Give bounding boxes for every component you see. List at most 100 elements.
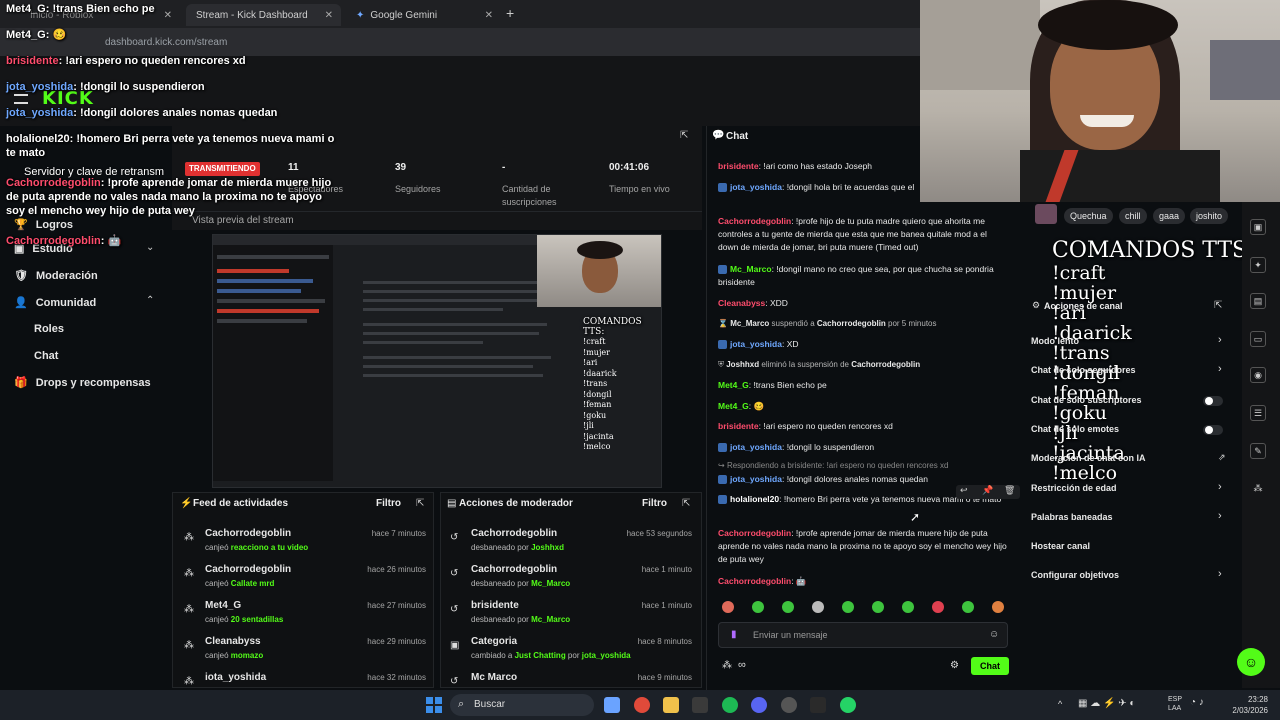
feed-username[interactable]: Met4_G	[205, 600, 241, 611]
sidebar-item-comunidad[interactable]: 👤 Comunidad	[14, 296, 96, 310]
kick-assistant-button[interactable]: ☺	[1237, 648, 1265, 676]
mic-icon[interactable]: ▮	[731, 629, 737, 640]
chevron-up-icon[interactable]: ⌃	[146, 295, 154, 306]
emoji-icon[interactable]: ☺	[989, 629, 999, 640]
users-icon[interactable]: ⁂	[722, 660, 732, 671]
folder-icon[interactable]	[663, 697, 679, 713]
popout-icon[interactable]: ⇱	[416, 498, 424, 509]
channel-action-chat-de-solo-suscriptores[interactable]: Chat de solo suscriptores	[1031, 395, 1142, 405]
gear-icon[interactable]: ⚙	[950, 660, 959, 671]
chevron-right-icon[interactable]: ›	[1218, 481, 1222, 493]
mod-actor: Just Chatting	[514, 651, 566, 660]
windows-start-icon[interactable]	[426, 697, 442, 713]
feed-username[interactable]: Cachorrodegoblin	[205, 528, 291, 539]
emote-icon[interactable]	[782, 601, 794, 613]
chevron-right-icon[interactable]: ›	[1218, 363, 1222, 375]
pin-icon[interactable]: 📌	[982, 485, 993, 496]
channel-action-chat-de-solo-emotes[interactable]: Chat de solo emotes	[1031, 424, 1119, 434]
capcut-icon[interactable]	[810, 697, 826, 713]
tag-chip[interactable]: joshito	[1190, 208, 1229, 224]
copilot-icon[interactable]	[604, 697, 620, 713]
chevron-right-icon[interactable]: ›	[1218, 334, 1222, 346]
channel-action-hostear-canal[interactable]: Hostear canal	[1031, 541, 1090, 551]
stream-preview[interactable]: COMANDOS TTS: !craft !mujer !ari !daarick !t…	[212, 234, 662, 488]
mod-target[interactable]: Cachorrodegoblin	[471, 528, 557, 539]
taskbar-search[interactable]: ⌕ Buscar	[450, 694, 594, 716]
toggle-switch[interactable]	[1203, 424, 1223, 435]
chat-input[interactable]: ▮ Enviar un mensaje ☺	[718, 622, 1008, 648]
emote-icon[interactable]	[842, 601, 854, 613]
sidebar-item-moderacion[interactable]: 🛡 Moderación	[14, 269, 98, 283]
language-indicator[interactable]: ESP LAA	[1168, 695, 1182, 713]
chat-text: : 🥴	[748, 401, 765, 411]
emote-icon[interactable]	[932, 601, 944, 613]
emote-icon[interactable]	[722, 601, 734, 613]
chat-username: brisidente	[718, 161, 759, 171]
wrench-icon[interactable]: ✎	[1250, 443, 1266, 459]
channel-action-modo-lento[interactable]: Modo lento	[1031, 336, 1079, 346]
emote-icon[interactable]	[962, 601, 974, 613]
close-icon[interactable]: ✕	[485, 10, 493, 21]
whatsapp-icon[interactable]	[840, 697, 856, 713]
chevron-right-icon[interactable]: ›	[1218, 568, 1222, 580]
sidebar-item-drops[interactable]: 🎁 Drops y recompensas	[14, 376, 151, 390]
store-icon[interactable]	[692, 697, 708, 713]
emote-icon[interactable]	[812, 601, 824, 613]
mod-target[interactable]: Categoria	[471, 636, 517, 647]
channel-actions-title: Acciones de canal	[1044, 301, 1123, 311]
activity-filter-button[interactable]: Filtro	[376, 498, 401, 509]
popout-icon[interactable]: ⇱	[1214, 300, 1222, 311]
tag-chip[interactable]: Quechua	[1064, 208, 1113, 224]
trash-icon[interactable]: 🗑	[1004, 485, 1015, 496]
mod-target[interactable]: brisidente	[471, 600, 519, 611]
network-icon[interactable]: ◔ ♪	[1190, 697, 1204, 708]
mod-target[interactable]: Mc Marco	[471, 672, 517, 683]
channel-action-moderaci-n-de-chat-con-ia[interactable]: Moderación de chat con IA	[1031, 453, 1146, 463]
feed-username[interactable]: Cachorrodegoblin	[205, 564, 291, 575]
channel-action-palabras-baneadas[interactable]: Palabras baneadas	[1031, 512, 1113, 522]
feed-username[interactable]: Cleanabyss	[205, 636, 261, 647]
sidebar-item-chat[interactable]: Chat	[34, 350, 58, 362]
clipboard-icon[interactable]: ▤	[1250, 293, 1266, 309]
emote-icon[interactable]	[902, 601, 914, 613]
tray-chevron-icon[interactable]: ^	[1058, 699, 1062, 709]
discord-icon[interactable]	[751, 697, 767, 713]
users-icon[interactable]: ⁂	[1250, 481, 1266, 497]
external-link-icon[interactable]: ⇗	[1218, 452, 1226, 463]
tag-chip[interactable]: gaaa	[1153, 208, 1186, 224]
spotify-icon[interactable]	[722, 697, 738, 713]
mod-filter-button[interactable]: Filtro	[642, 498, 667, 509]
chevron-right-icon[interactable]: ›	[1218, 510, 1222, 522]
channel-action-chat-de-solo-seguidores[interactable]: Chat de solo seguidores	[1031, 365, 1136, 375]
message-icon[interactable]: ▭	[1250, 331, 1266, 347]
layout-icon[interactable]: ▣	[1250, 219, 1266, 235]
menu-icon[interactable]	[14, 94, 28, 104]
popout-icon[interactable]: ⇱	[680, 130, 688, 141]
toggle-switch[interactable]	[1203, 395, 1223, 406]
emote-icon[interactable]	[752, 601, 764, 613]
tag-chip[interactable]: chill	[1119, 208, 1147, 224]
emote-icon[interactable]	[872, 601, 884, 613]
chat-send-button[interactable]: Chat	[971, 657, 1009, 675]
popout-icon[interactable]: ⇱	[682, 498, 690, 509]
channel-action-configurar-objetivos[interactable]: Configurar objetivos	[1031, 570, 1119, 580]
reply-icon[interactable]: ↩	[960, 485, 968, 496]
channel-action-restricci-n-de-edad[interactable]: Restricción de edad	[1031, 483, 1117, 493]
broadcast-icon[interactable]: ◉	[1250, 367, 1266, 383]
sparkle-icon[interactable]: ✦	[1250, 257, 1266, 273]
chat-username: jota_yoshida	[730, 442, 782, 452]
obs-icon[interactable]	[781, 697, 797, 713]
clock[interactable]: 23:28 2/03/2026	[1218, 694, 1268, 716]
language-layout: LAA	[1168, 705, 1182, 712]
mod-target[interactable]: Cachorrodegoblin	[471, 564, 557, 575]
new-tab-button[interactable]: +	[506, 5, 514, 21]
chrome-icon[interactable]	[634, 697, 650, 713]
chat-text: : !dongil hola bri te acuerdas que el	[781, 182, 915, 192]
feed-username[interactable]: iota_yoshida	[205, 672, 266, 683]
emote-icon[interactable]	[992, 601, 1004, 613]
undo-icon: ↺	[450, 532, 459, 543]
tab-gemini[interactable]: ✦ Google Gemini ✕	[346, 4, 501, 26]
list-icon[interactable]: ☰	[1250, 405, 1266, 421]
sidebar-item-roles[interactable]: Roles	[34, 323, 64, 335]
sidebar-item-logros[interactable]: 🏆 Logros	[14, 218, 73, 232]
